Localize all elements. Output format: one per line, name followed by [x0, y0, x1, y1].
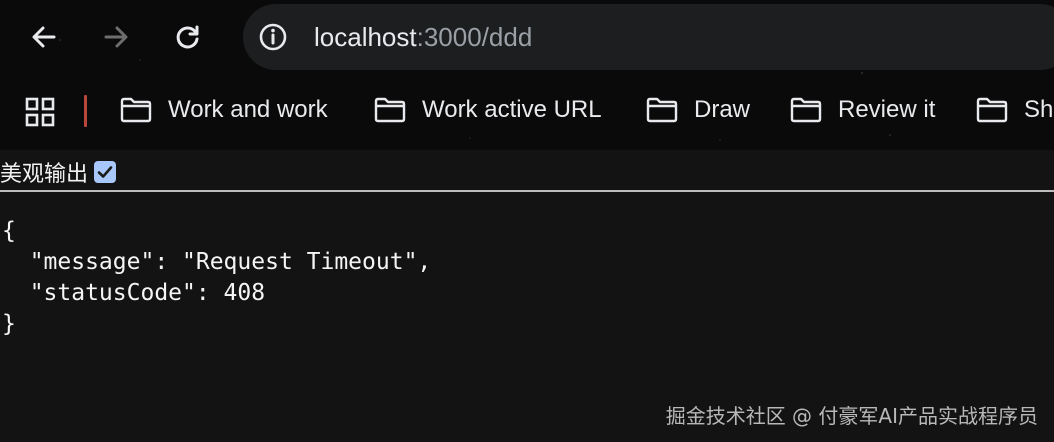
url-path: :3000/ddd — [416, 22, 533, 52]
divider — [0, 190, 1054, 192]
url-host: localhost — [314, 22, 417, 52]
json-close-brace: } — [2, 311, 16, 337]
bookmarks-bar: Work and work Work active URL Draw Revie… — [0, 82, 1054, 138]
folder-icon — [120, 97, 152, 123]
site-info-button[interactable] — [253, 17, 293, 57]
url-text[interactable]: localhost:3000/ddd — [314, 19, 532, 55]
bookmarks-separator — [84, 95, 87, 127]
folder-icon — [646, 97, 678, 123]
json-open-brace: { — [2, 218, 16, 244]
bookmark-sh[interactable]: Sh — [976, 90, 1053, 130]
json-output: { "message": "Request Timeout", "statusC… — [2, 216, 431, 340]
json-message-line: "message": "Request Timeout", — [2, 249, 432, 275]
arrow-left-icon — [32, 26, 56, 48]
info-icon — [259, 23, 287, 51]
bookmark-work-and-work[interactable]: Work and work — [120, 90, 328, 130]
bookmark-draw[interactable]: Draw — [646, 90, 750, 130]
bookmark-label: Draw — [694, 96, 751, 123]
back-button[interactable] — [24, 17, 64, 57]
reload-icon — [176, 25, 199, 49]
bookmark-work-active-url[interactable]: Work active URL — [374, 90, 602, 130]
browser-toolbar: localhost:3000/ddd Work and work Work ac… — [0, 0, 1054, 150]
apps-grid-icon[interactable] — [24, 96, 56, 128]
bookmark-label: Work and work — [168, 96, 328, 123]
arrow-right-icon — [104, 26, 128, 48]
checkmark-icon — [97, 166, 113, 178]
bookmark-label: Work active URL — [422, 96, 602, 123]
folder-icon — [790, 97, 822, 123]
json-status-line: "statusCode": 408 — [2, 280, 266, 306]
watermark: 掘金技术社区 @ 付豪军AI产品实战程序员 — [665, 404, 1038, 428]
folder-icon — [374, 97, 406, 123]
bookmark-label: Sh — [1024, 96, 1054, 123]
forward-button[interactable] — [96, 17, 136, 57]
folder-icon — [976, 97, 1008, 123]
reload-button[interactable] — [168, 17, 208, 57]
bookmark-review-it[interactable]: Review it — [790, 90, 935, 130]
pretty-print-checkbox[interactable] — [94, 161, 117, 183]
pretty-print-label: 美观输出 — [0, 162, 89, 187]
bookmark-label: Review it — [838, 96, 936, 123]
pretty-print-toggle[interactable]: 美观输出 — [0, 154, 117, 190]
